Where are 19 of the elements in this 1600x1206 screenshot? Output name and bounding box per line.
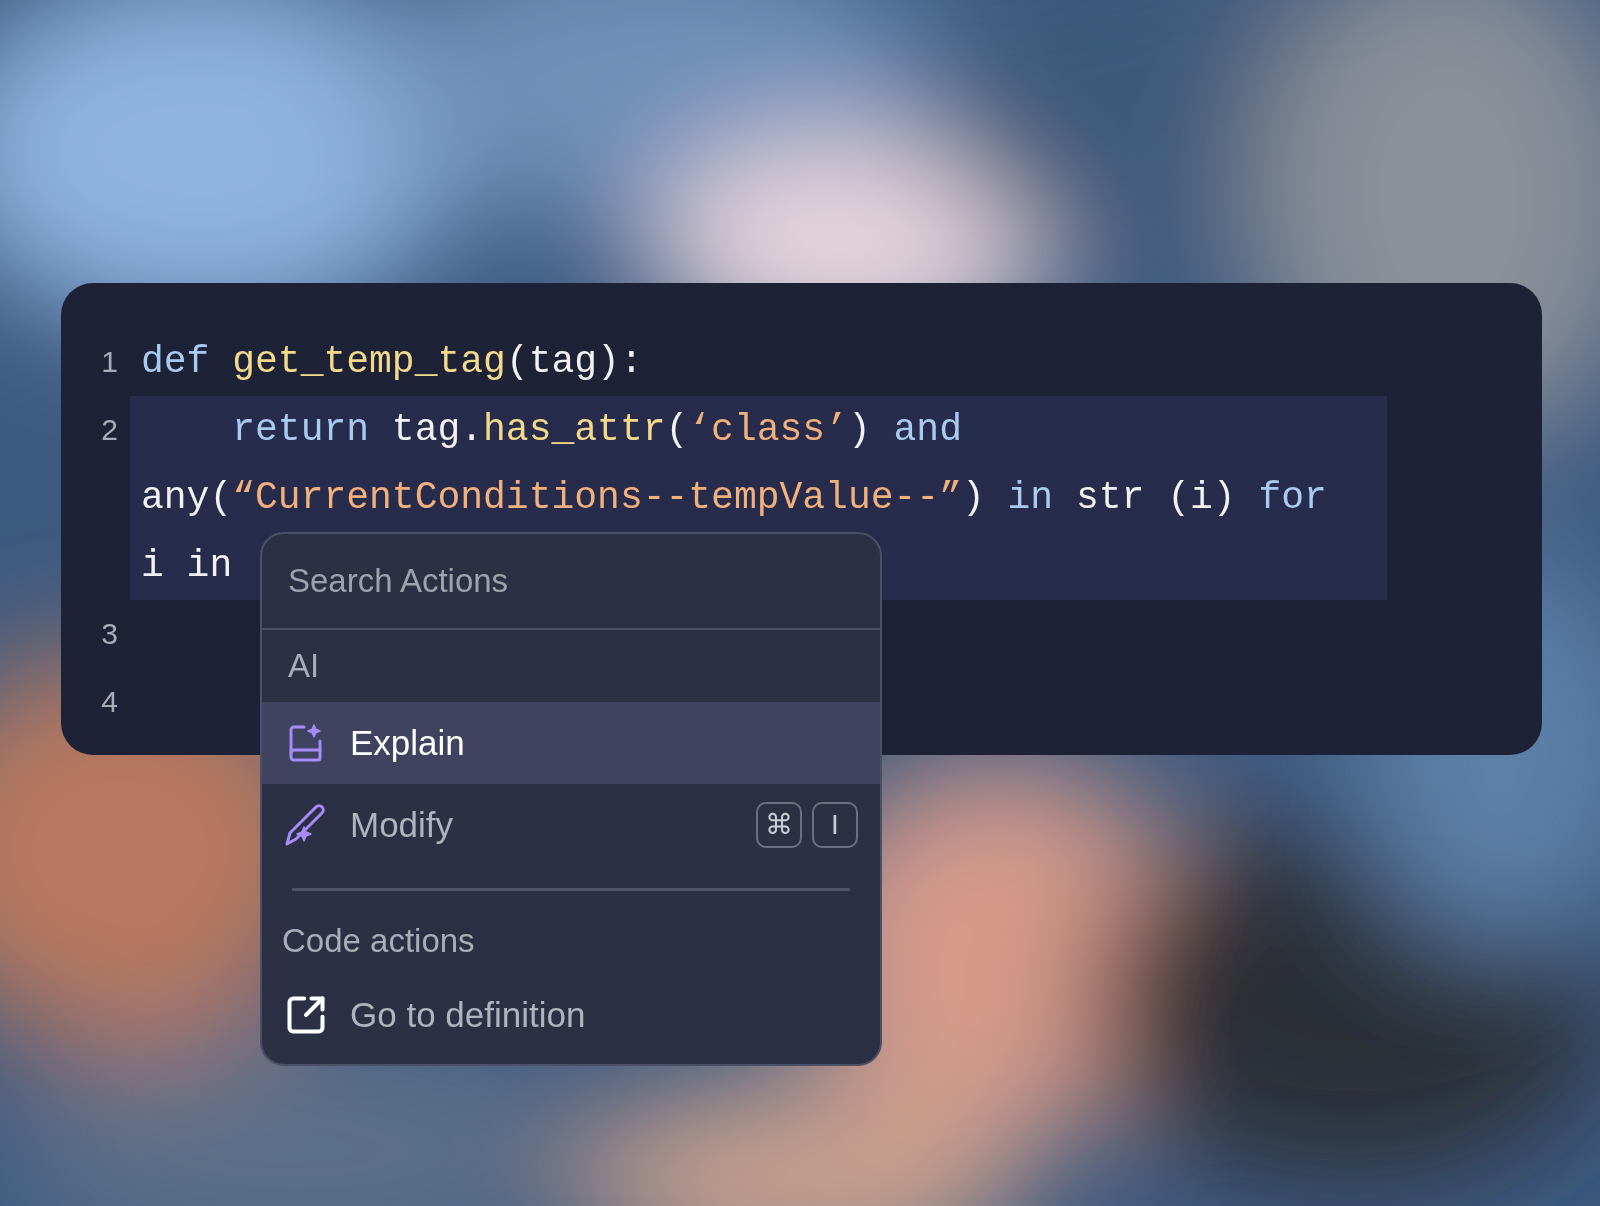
menu-item[interactable]: Go to definition [262, 975, 880, 1055]
line-number: 4 [101, 684, 118, 720]
code-line: return tag.has_attr(‘class’) and [231, 407, 962, 453]
menu-item[interactable]: Modify ⌘ I [262, 784, 880, 866]
line-number: 3 [101, 616, 118, 652]
sparkle-book-icon [288, 723, 324, 763]
code-line: i in [141, 543, 233, 589]
line-number: 2 [101, 412, 118, 448]
external-link-icon [284, 993, 328, 1037]
section-heading: AI [288, 646, 320, 687]
menu-item[interactable]: Explain [262, 702, 880, 784]
line-number: 1 [101, 344, 118, 380]
shortcut-key: ⌘ [756, 802, 802, 848]
shortcut-key: I [812, 802, 858, 848]
section-heading: Code actions [282, 921, 475, 962]
code-line: any(“CurrentConditions--tempValue--”) in str (i) for [141, 475, 1327, 521]
code-line: def get_temp_tag(tag): [141, 339, 643, 385]
search-field[interactable]: Search Actions [262, 534, 880, 630]
sparkle-pen-icon [284, 803, 328, 847]
